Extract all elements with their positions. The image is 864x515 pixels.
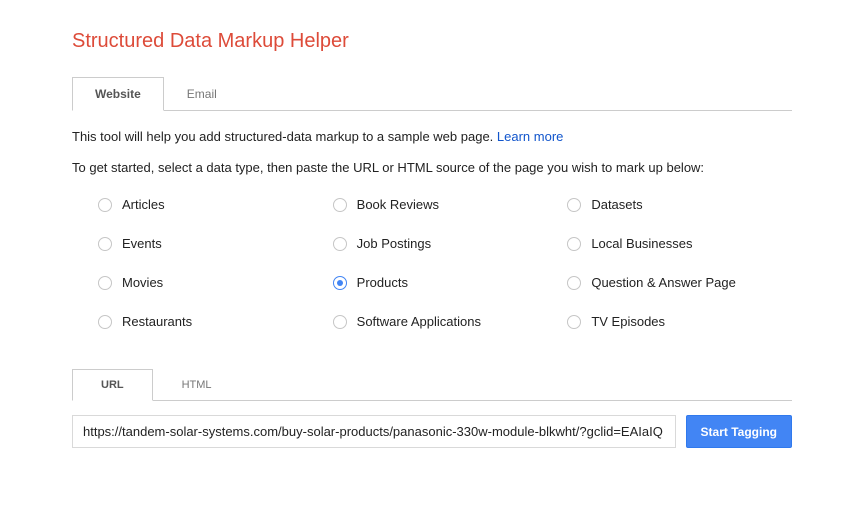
radio-icon — [98, 276, 112, 290]
radio-icon — [98, 237, 112, 251]
url-input[interactable] — [72, 415, 676, 448]
radio-icon — [567, 276, 581, 290]
data-type-grid: Articles Book Reviews Datasets Events Jo… — [72, 197, 792, 329]
type-tab-bar: Website Email — [72, 77, 792, 111]
radio-products[interactable]: Products — [333, 275, 558, 290]
radio-label: Products — [357, 275, 408, 290]
tab-html[interactable]: HTML — [153, 369, 241, 401]
radio-label: Movies — [122, 275, 163, 290]
radio-job-postings[interactable]: Job Postings — [333, 236, 558, 251]
intro-body: This tool will help you add structured-d… — [72, 129, 497, 144]
instruction-text: To get started, select a data type, then… — [72, 160, 792, 175]
radio-book-reviews[interactable]: Book Reviews — [333, 197, 558, 212]
radio-label: Book Reviews — [357, 197, 439, 212]
radio-articles[interactable]: Articles — [98, 197, 323, 212]
radio-software-applications[interactable]: Software Applications — [333, 314, 558, 329]
radio-label: Software Applications — [357, 314, 481, 329]
intro-text: This tool will help you add structured-d… — [72, 129, 792, 144]
radio-question-answer[interactable]: Question & Answer Page — [567, 275, 792, 290]
radio-label: TV Episodes — [591, 314, 665, 329]
radio-icon — [567, 237, 581, 251]
tab-url[interactable]: URL — [72, 369, 153, 401]
radio-datasets[interactable]: Datasets — [567, 197, 792, 212]
radio-icon — [98, 198, 112, 212]
tab-website[interactable]: Website — [72, 77, 164, 111]
radio-label: Question & Answer Page — [591, 275, 736, 290]
radio-icon — [98, 315, 112, 329]
radio-icon — [567, 198, 581, 212]
radio-tv-episodes[interactable]: TV Episodes — [567, 314, 792, 329]
tab-email[interactable]: Email — [164, 77, 240, 111]
radio-movies[interactable]: Movies — [98, 275, 323, 290]
radio-icon — [567, 315, 581, 329]
radio-label: Local Businesses — [591, 236, 692, 251]
learn-more-link[interactable]: Learn more — [497, 129, 563, 144]
radio-label: Job Postings — [357, 236, 431, 251]
radio-events[interactable]: Events — [98, 236, 323, 251]
input-row: Start Tagging — [72, 415, 792, 448]
radio-label: Datasets — [591, 197, 642, 212]
radio-icon — [333, 276, 347, 290]
radio-label: Restaurants — [122, 314, 192, 329]
page-title: Structured Data Markup Helper — [72, 30, 792, 53]
radio-icon — [333, 237, 347, 251]
radio-label: Articles — [122, 197, 165, 212]
radio-local-businesses[interactable]: Local Businesses — [567, 236, 792, 251]
start-tagging-button[interactable]: Start Tagging — [686, 415, 792, 448]
radio-restaurants[interactable]: Restaurants — [98, 314, 323, 329]
radio-label: Events — [122, 236, 162, 251]
source-tab-bar: URL HTML — [72, 369, 792, 401]
radio-icon — [333, 315, 347, 329]
radio-icon — [333, 198, 347, 212]
